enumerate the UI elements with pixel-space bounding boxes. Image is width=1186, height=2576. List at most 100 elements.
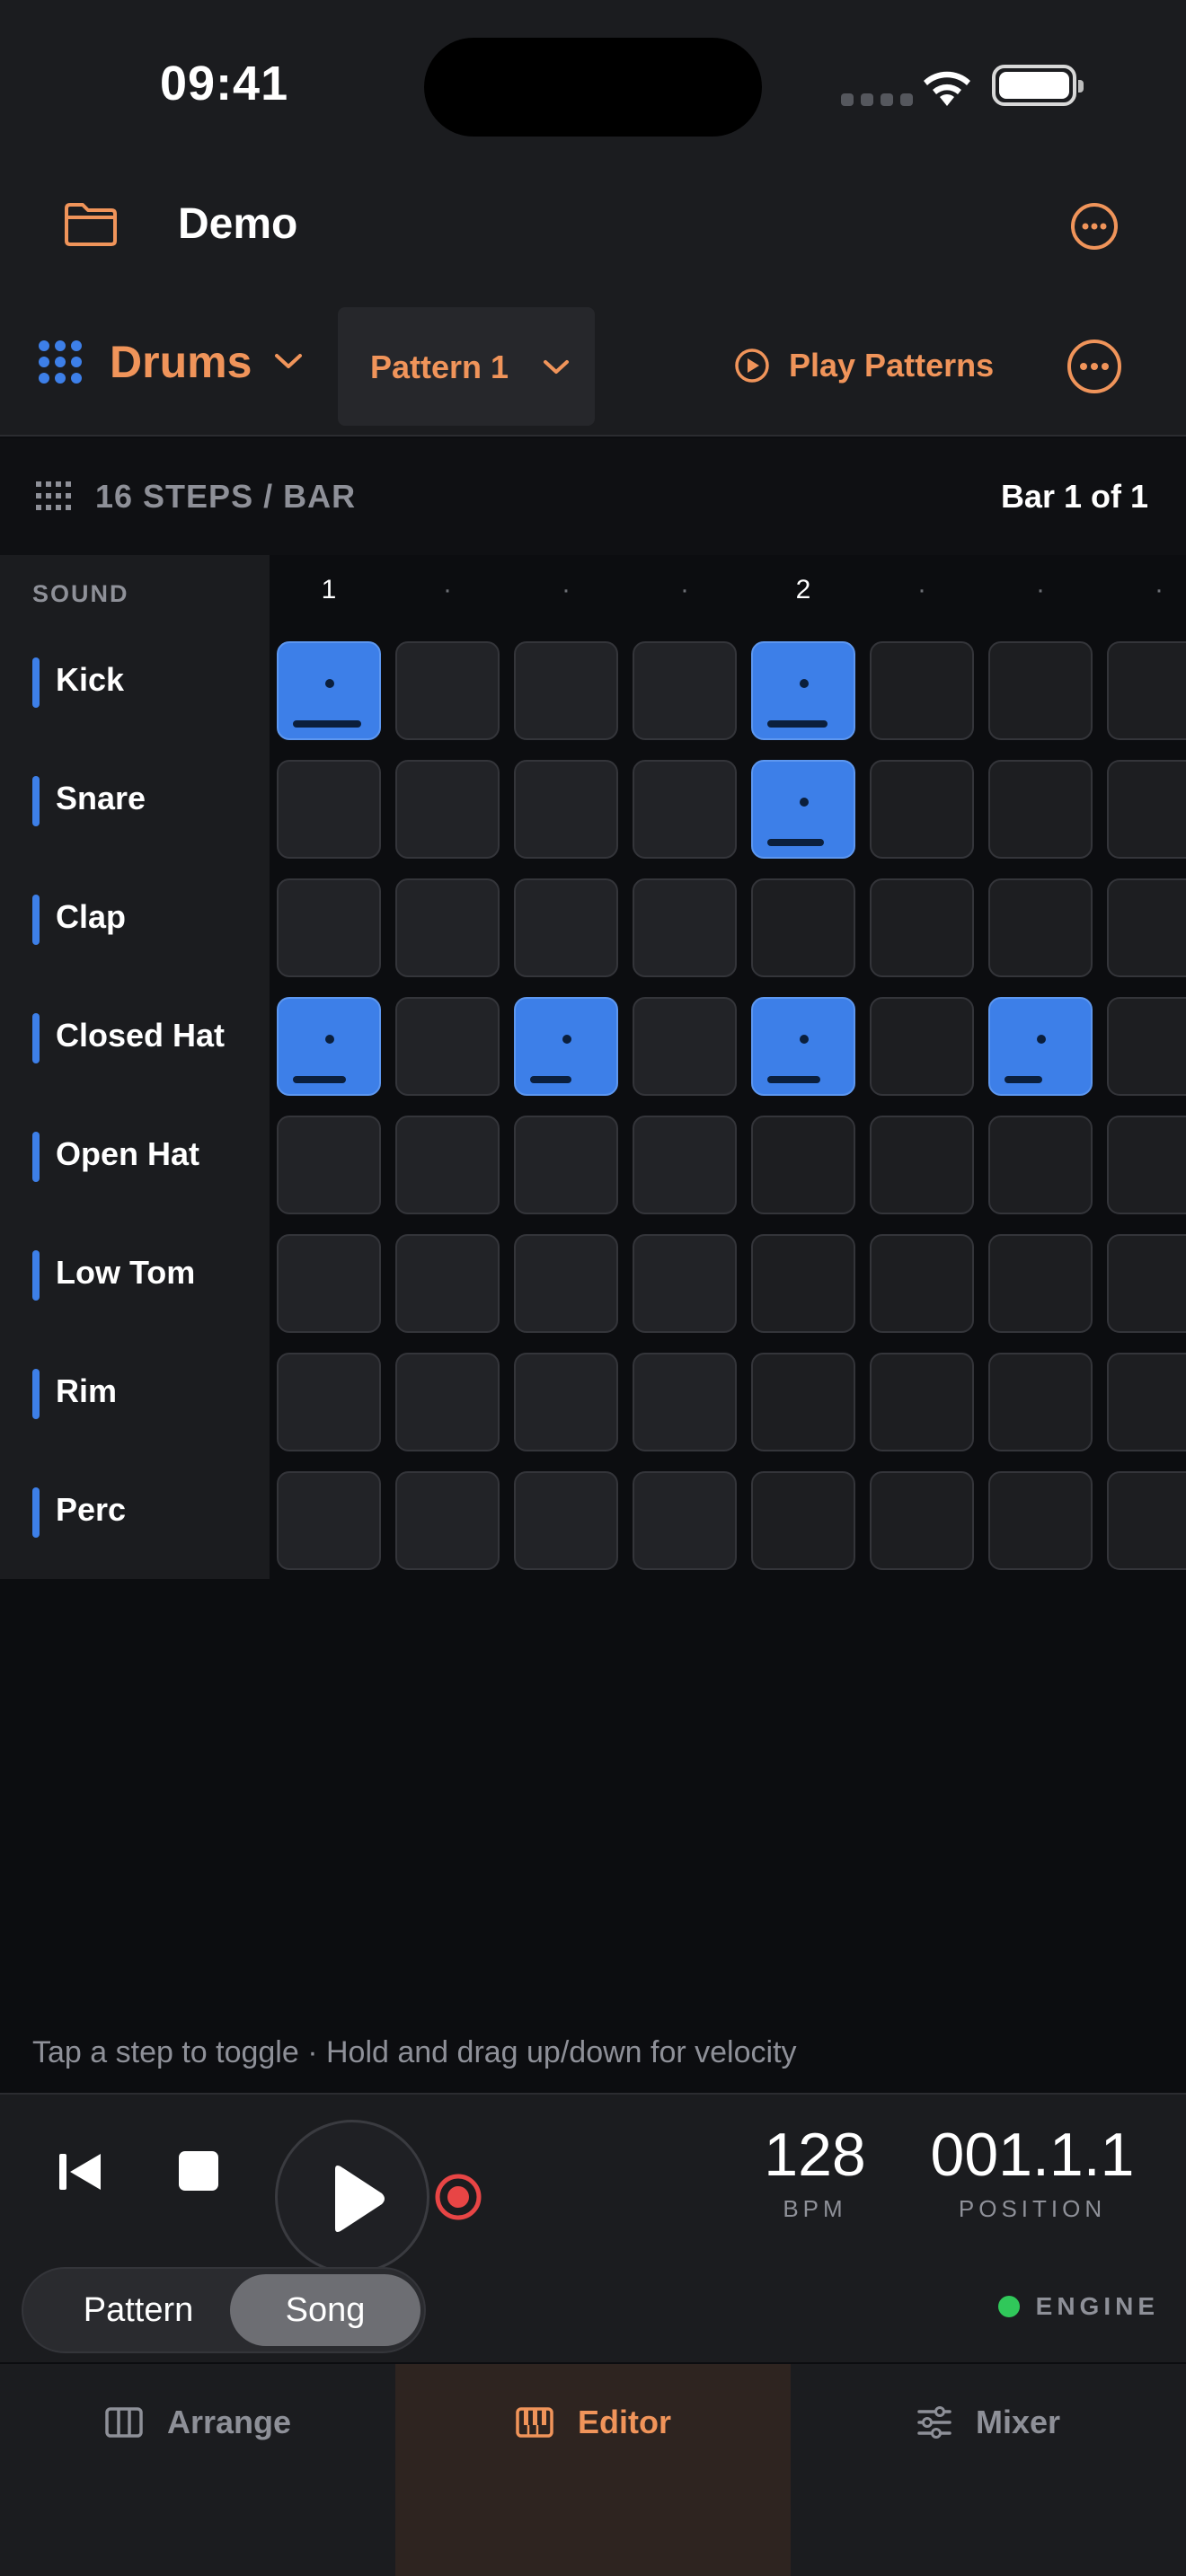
tab-mixer[interactable]: Mixer: [791, 2364, 1186, 2576]
step-cell[interactable]: [395, 760, 500, 859]
step-cell[interactable]: [870, 1353, 974, 1451]
step-cell[interactable]: [395, 1353, 500, 1451]
play-circle-icon: [735, 348, 769, 383]
step-cell[interactable]: [395, 1234, 500, 1333]
sound-row-rim[interactable]: Rim: [0, 1331, 270, 1450]
step-cell[interactable]: [988, 997, 1093, 1096]
more-icon[interactable]: [1066, 338, 1123, 395]
step-cell[interactable]: [277, 1471, 381, 1570]
mode-toggle[interactable]: Pattern Song: [22, 2267, 426, 2353]
step-cell[interactable]: [514, 1234, 618, 1333]
tab-editor[interactable]: Editor: [395, 2364, 791, 2576]
mode-option-pattern[interactable]: Pattern: [32, 2274, 244, 2346]
step-cell[interactable]: [395, 878, 500, 977]
step-cell[interactable]: [988, 878, 1093, 977]
step-cell[interactable]: [751, 641, 855, 740]
step-cell[interactable]: [395, 997, 500, 1096]
step-cell[interactable]: [1107, 760, 1186, 859]
step-cell[interactable]: [870, 1234, 974, 1333]
step-cell[interactable]: [751, 1234, 855, 1333]
step-cell[interactable]: [277, 1353, 381, 1451]
step-cell[interactable]: [633, 997, 737, 1096]
step-cell[interactable]: [988, 1353, 1093, 1451]
chevron-down-icon[interactable]: [273, 352, 304, 370]
step-cell[interactable]: [1107, 1116, 1186, 1214]
step-cell[interactable]: [988, 1471, 1093, 1570]
step-cell[interactable]: [751, 1353, 855, 1451]
sound-row-snare[interactable]: Snare: [0, 738, 270, 857]
step-cell[interactable]: [1107, 1353, 1186, 1451]
play-button[interactable]: [275, 2120, 429, 2274]
step-cell[interactable]: [514, 641, 618, 740]
step-active-dot: [325, 679, 334, 688]
sound-row-closed-hat[interactable]: Closed Hat: [0, 975, 270, 1094]
step-cell[interactable]: [1107, 997, 1186, 1096]
tab-arrange[interactable]: Arrange: [0, 2364, 395, 2576]
track-accent: [32, 657, 40, 708]
skip-back-icon[interactable]: [56, 2147, 106, 2197]
beat-label: ·: [562, 575, 571, 604]
sound-row-kick[interactable]: Kick: [0, 620, 270, 738]
sound-row-low-tom[interactable]: Low Tom: [0, 1213, 270, 1331]
step-cell[interactable]: [277, 997, 381, 1096]
step-cell[interactable]: [1107, 1471, 1186, 1570]
step-cell[interactable]: [514, 760, 618, 859]
step-cell[interactable]: [988, 1116, 1093, 1214]
step-cell[interactable]: [633, 878, 737, 977]
step-cell[interactable]: [633, 641, 737, 740]
stop-icon[interactable]: [176, 2148, 221, 2193]
step-cell[interactable]: [870, 641, 974, 740]
tempo-value[interactable]: 128: [757, 2120, 873, 2190]
sound-row-perc[interactable]: Perc: [0, 1450, 270, 1568]
sound-row-open-hat[interactable]: Open Hat: [0, 1094, 270, 1213]
sound-list: SOUND Kick Snare Clap Closed Hat Open Ha…: [0, 555, 270, 1579]
step-cell[interactable]: [633, 1353, 737, 1451]
step-cell[interactable]: [633, 1234, 737, 1333]
step-cell[interactable]: [633, 760, 737, 859]
step-cell[interactable]: [751, 1471, 855, 1570]
folder-icon[interactable]: [63, 201, 119, 248]
step-cell[interactable]: [277, 1234, 381, 1333]
step-cell[interactable]: [988, 641, 1093, 740]
sound-row-clap[interactable]: Clap: [0, 857, 270, 975]
sound-name: Clap: [56, 898, 127, 935]
step-cell[interactable]: [277, 760, 381, 859]
step-cell[interactable]: [633, 1471, 737, 1570]
step-cell[interactable]: [751, 997, 855, 1096]
step-cell[interactable]: [751, 760, 855, 859]
step-cell[interactable]: [514, 1471, 618, 1570]
step-cell[interactable]: [988, 1234, 1093, 1333]
step-cell[interactable]: [395, 1471, 500, 1570]
step-cell[interactable]: [277, 641, 381, 740]
step-cell[interactable]: [988, 760, 1093, 859]
more-icon[interactable]: [1069, 201, 1120, 251]
step-cell[interactable]: [870, 997, 974, 1096]
step-cell[interactable]: [514, 878, 618, 977]
track-selector[interactable]: Drums: [110, 336, 252, 388]
tab-label: Mixer: [975, 2404, 1061, 2440]
step-cell[interactable]: [633, 1116, 737, 1214]
beat-label: ·: [1155, 575, 1164, 604]
step-cell[interactable]: [1107, 641, 1186, 740]
step-cell[interactable]: [514, 997, 618, 1096]
step-cell[interactable]: [751, 878, 855, 977]
step-cell[interactable]: [870, 760, 974, 859]
step-cell[interactable]: [751, 1116, 855, 1214]
sound-name: Snare: [56, 780, 146, 816]
step-cell[interactable]: [395, 1116, 500, 1214]
pattern-selector[interactable]: Pattern 1: [338, 307, 595, 426]
step-cell[interactable]: [277, 878, 381, 977]
step-cell[interactable]: [514, 1116, 618, 1214]
step-cell[interactable]: [1107, 1234, 1186, 1333]
play-patterns-button[interactable]: Play Patterns: [733, 347, 994, 384]
mode-option-song[interactable]: Song: [230, 2274, 420, 2346]
step-cell[interactable]: [277, 1116, 381, 1214]
step-cell[interactable]: [514, 1353, 618, 1451]
step-cell[interactable]: [870, 878, 974, 977]
steps-per-bar-label: 16 STEPS / BAR: [95, 478, 357, 515]
step-cell[interactable]: [1107, 878, 1186, 977]
step-cell[interactable]: [870, 1471, 974, 1570]
step-cell[interactable]: [395, 641, 500, 740]
step-cell[interactable]: [870, 1116, 974, 1214]
record-icon[interactable]: [433, 2172, 483, 2222]
